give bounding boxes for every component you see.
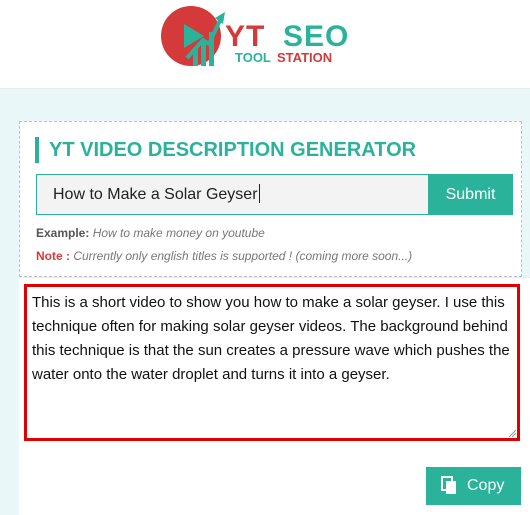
copy-label: Copy xyxy=(467,477,505,494)
logo-text-tool: TOOL xyxy=(235,50,271,65)
logo-text-seo: SEO xyxy=(283,20,350,53)
site-header: YT SEO TOOL STATION xyxy=(0,0,530,89)
note-label: Note : xyxy=(36,249,70,263)
note-text: Currently only english titles is support… xyxy=(73,249,413,263)
example-text: How to make money on youtube xyxy=(92,226,265,240)
page-title: YT VIDEO DESCRIPTION GENERATOR xyxy=(35,137,416,163)
logo-text-yt: YT xyxy=(225,20,266,53)
logo-text-station: STATION xyxy=(277,50,333,65)
note-hint: Note : Currently only english titles is … xyxy=(36,249,412,263)
generator-card: YT VIDEO DESCRIPTION GENERATOR How to Ma… xyxy=(19,121,522,277)
video-title-input[interactable]: How to Make a Solar Geyser xyxy=(36,174,429,215)
submit-button[interactable]: Submit xyxy=(428,174,513,215)
video-title-value: How to Make a Solar Geyser xyxy=(53,186,258,203)
description-output-textarea[interactable]: This is a short video to show you how to… xyxy=(24,284,520,441)
text-caret xyxy=(258,184,260,203)
copy-icon xyxy=(441,476,456,494)
play-chart-icon xyxy=(161,6,225,66)
example-hint: Example: How to make money on youtube xyxy=(36,226,265,240)
example-label: Example: xyxy=(36,226,90,240)
resize-grip-icon[interactable] xyxy=(508,429,516,437)
site-logo[interactable]: YT SEO TOOL STATION xyxy=(157,4,367,68)
description-text: This is a short video to show you how to… xyxy=(32,294,510,383)
copy-button[interactable]: Copy xyxy=(426,467,521,505)
